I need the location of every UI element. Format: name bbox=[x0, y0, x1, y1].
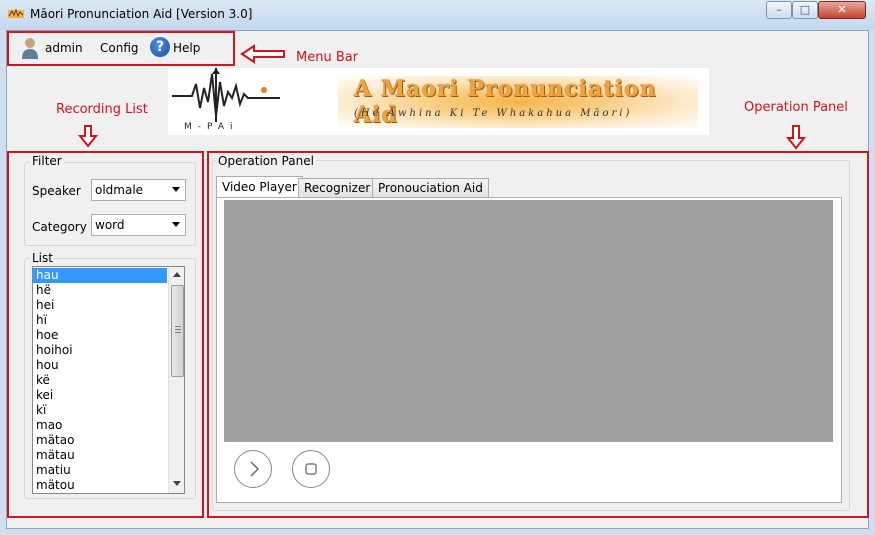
stop-button[interactable] bbox=[292, 450, 330, 488]
menu-bar: admin Config ? Help bbox=[7, 31, 235, 66]
play-icon bbox=[250, 461, 260, 477]
video-display[interactable] bbox=[224, 200, 833, 442]
list-item[interactable]: hoihoi bbox=[33, 343, 167, 358]
listbox-scrollbar[interactable] bbox=[168, 267, 184, 493]
chevron-down-icon bbox=[172, 222, 180, 227]
recording-listbox[interactable]: hau hë hei hï hoe hoihoi hou kë kei kï mao mätao mät… bbox=[32, 266, 185, 494]
waveform-logo-icon bbox=[172, 68, 280, 122]
app-icon bbox=[8, 8, 24, 18]
category-select-value: word bbox=[95, 218, 125, 232]
speaker-select-value: oldmale bbox=[95, 183, 144, 197]
list-item[interactable]: hoe bbox=[33, 328, 167, 343]
tab-recognizer[interactable]: Recognizer bbox=[298, 178, 377, 198]
operation-panel-label: Operation Panel bbox=[216, 154, 316, 168]
list-item[interactable]: mätau bbox=[33, 448, 167, 463]
menu-item-config[interactable]: Config bbox=[100, 41, 139, 55]
list-group-label: List bbox=[30, 251, 55, 265]
scroll-thumb[interactable] bbox=[171, 285, 184, 377]
speaker-select[interactable]: oldmale bbox=[91, 179, 186, 201]
scroll-up-icon[interactable] bbox=[173, 271, 181, 277]
speaker-label: Speaker bbox=[32, 184, 81, 198]
minimize-button[interactable]: – bbox=[766, 1, 792, 19]
arrow-down-icon bbox=[786, 125, 806, 150]
list-item[interactable]: hou bbox=[33, 358, 167, 373]
chevron-down-icon bbox=[172, 187, 180, 192]
play-button[interactable] bbox=[234, 450, 272, 488]
annotation-recording-list: Recording List bbox=[56, 102, 148, 117]
list-item[interactable]: mao bbox=[33, 418, 167, 433]
tab-video-player[interactable]: Video Player bbox=[216, 176, 303, 198]
list-item[interactable]: kï bbox=[33, 403, 167, 418]
scroll-down-icon[interactable] bbox=[173, 481, 181, 487]
menu-item-admin[interactable]: admin bbox=[45, 41, 83, 55]
annotation-operation-panel: Operation Panel bbox=[744, 100, 848, 115]
category-label: Category bbox=[32, 220, 87, 234]
maximize-button[interactable]: □ bbox=[792, 1, 818, 19]
list-item[interactable]: hë bbox=[33, 283, 167, 298]
list-item[interactable]: hau bbox=[33, 268, 167, 283]
filter-group-label: Filter bbox=[30, 154, 64, 168]
arrow-left-icon bbox=[240, 44, 285, 64]
banner-subtitle: (He Āwhina Ki Te Whakahua Māori) bbox=[354, 108, 633, 119]
listbox-rows: hau hë hei hï hoe hoihoi hou kë kei kï mao mätao mät… bbox=[33, 268, 167, 493]
arrow-down-icon bbox=[78, 125, 98, 148]
stop-icon bbox=[305, 463, 317, 475]
annotation-menu-bar: Menu Bar bbox=[296, 50, 359, 65]
list-item[interactable]: mätao bbox=[33, 433, 167, 448]
help-icon[interactable]: ? bbox=[150, 37, 170, 57]
list-item[interactable]: matiu bbox=[33, 463, 167, 478]
tab-pronunciation-aid[interactable]: Pronouciation Aid bbox=[372, 178, 489, 198]
category-select[interactable]: word bbox=[91, 214, 186, 236]
app-banner: M-PAi A Maori Pronunciation Aid (He Āwhi… bbox=[168, 68, 709, 135]
list-item[interactable]: mätou bbox=[33, 478, 167, 493]
banner-title: A Maori Pronunciation Aid bbox=[354, 76, 657, 128]
list-item[interactable]: kë bbox=[33, 373, 167, 388]
list-item[interactable]: hï bbox=[33, 313, 167, 328]
logo-text: M-PAi bbox=[184, 122, 239, 132]
window-title: Māori Pronunciation Aid [Version 3.0] bbox=[30, 7, 253, 21]
close-button[interactable]: ✕ bbox=[818, 1, 866, 19]
list-item[interactable]: kei bbox=[33, 388, 167, 403]
user-icon bbox=[22, 38, 38, 59]
list-item[interactable]: hei bbox=[33, 298, 167, 313]
menu-item-help[interactable]: Help bbox=[173, 41, 200, 55]
